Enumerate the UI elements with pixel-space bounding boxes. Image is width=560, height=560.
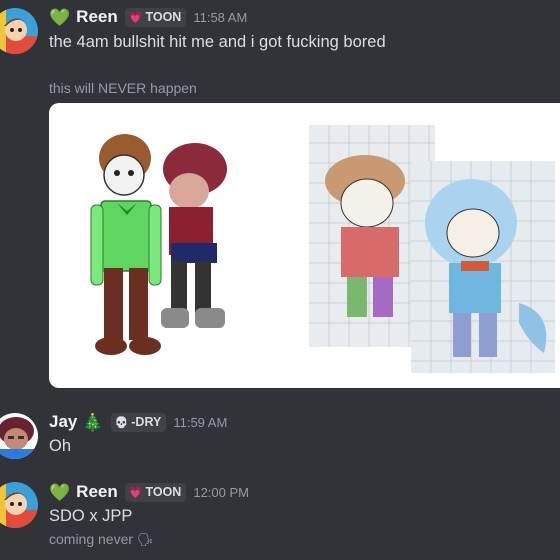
username[interactable]: Jay bbox=[49, 412, 77, 432]
timestamp: 11:58 AM bbox=[193, 9, 248, 25]
message-header: 💚 Reen 💗 TOON 12:00 PM bbox=[49, 482, 249, 502]
server-tag-label: TOON bbox=[145, 10, 182, 24]
timestamp: 11:59 AM bbox=[173, 414, 228, 430]
avatar-jay[interactable] bbox=[0, 413, 38, 459]
username[interactable]: Reen bbox=[76, 482, 118, 502]
message-text: Oh bbox=[49, 437, 72, 455]
character-green-suit bbox=[90, 134, 162, 355]
server-tag-label: -DRY bbox=[131, 415, 162, 429]
timestamp: 12:00 PM bbox=[193, 484, 249, 500]
message-subtext: coming never 🗣 bbox=[49, 531, 153, 548]
heart-icon: 💗 bbox=[128, 11, 143, 24]
character-dark-hair bbox=[161, 143, 227, 328]
green-heart-emoji: 💚 bbox=[49, 7, 71, 27]
heart-icon: 💗 bbox=[128, 486, 143, 499]
server-tag[interactable]: 💗 TOON bbox=[124, 7, 187, 27]
subtext-label: coming never bbox=[49, 531, 134, 547]
drawing-image bbox=[90, 125, 555, 373]
christmas-tree-emoji: 🎄 bbox=[82, 412, 104, 432]
message-header: 💚 Reen 💗 TOON 11:58 AM bbox=[49, 7, 247, 27]
speaking-head-icon: 🗣 bbox=[136, 532, 154, 547]
server-tag[interactable]: 💀 -DRY bbox=[110, 412, 167, 432]
message-text: the 4am bullshit hit me and i got fuckin… bbox=[49, 33, 386, 51]
image-caption: this will NEVER happen bbox=[49, 80, 197, 96]
image-attachment[interactable] bbox=[49, 103, 560, 388]
skull-icon: 💀 bbox=[114, 416, 129, 429]
server-tag[interactable]: 💗 TOON bbox=[124, 482, 187, 502]
message-text: SDO x JPP bbox=[49, 507, 133, 525]
green-heart-emoji: 💚 bbox=[49, 482, 71, 502]
avatar-reen[interactable] bbox=[0, 482, 38, 528]
message-header: Jay 🎄 💀 -DRY 11:59 AM bbox=[49, 412, 227, 432]
server-tag-label: TOON bbox=[145, 485, 182, 499]
graph-paper-drawing-right bbox=[411, 161, 555, 373]
avatar-reen[interactable] bbox=[0, 8, 38, 54]
username[interactable]: Reen bbox=[76, 7, 118, 27]
